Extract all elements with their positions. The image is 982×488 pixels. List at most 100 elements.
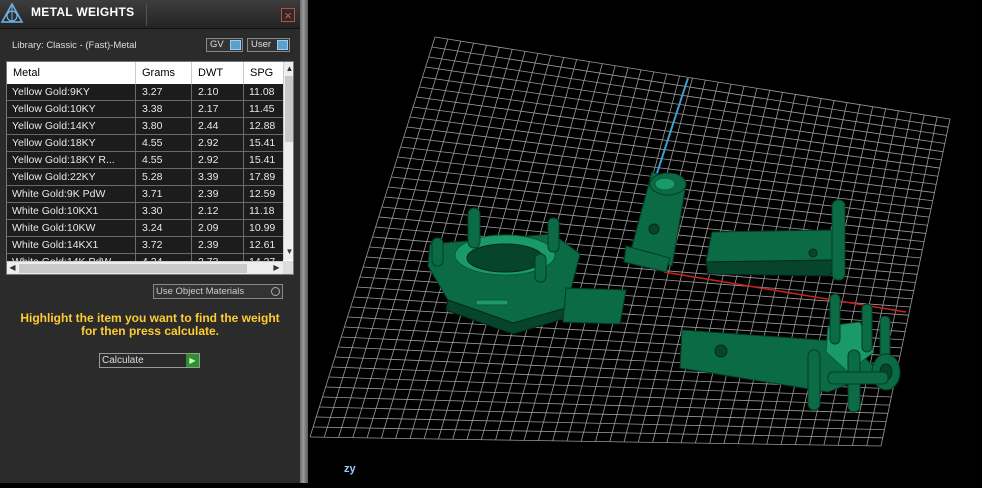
cell-grams: 4.55 [142, 154, 163, 166]
cell-metal: White Gold:14KX1 [12, 239, 99, 251]
vertical-scrollbar[interactable]: ▲ ▼ [283, 62, 293, 260]
cell-dwt: 2.39 [198, 188, 219, 200]
table-row[interactable]: Yellow Gold:9KY 3.27 2.10 11.08 [7, 84, 283, 101]
play-arrow-icon: ▶ [186, 354, 199, 367]
cell-metal: White Gold:10KX1 [12, 205, 99, 217]
use-object-materials-label: Use Object Materials [156, 286, 245, 297]
grid-line [325, 386, 890, 406]
column-divider [243, 135, 244, 151]
metals-table: Metal Grams DWT SPG Yellow Gold:9KY 3.27 2… [6, 61, 294, 275]
cell-dwt: 3.39 [198, 171, 219, 183]
hinge-part[interactable] [623, 171, 687, 273]
column-divider [135, 186, 136, 202]
calculate-button[interactable]: Calculate ▶ [99, 353, 200, 368]
column-divider [135, 62, 136, 84]
column-divider [191, 84, 192, 100]
grid-line [309, 436, 882, 447]
column-header-grams[interactable]: Grams [142, 67, 175, 79]
column-divider [135, 84, 136, 100]
column-divider [135, 152, 136, 168]
column-divider [191, 135, 192, 151]
close-button[interactable]: × [281, 8, 295, 22]
viewport-canvas[interactable] [308, 0, 982, 483]
column-divider [243, 203, 244, 219]
cell-dwt: 2.12 [198, 205, 219, 217]
app-logo-icon [0, 2, 24, 23]
cell-grams: 3.71 [142, 188, 163, 200]
column-divider [243, 220, 244, 236]
panel-splitter[interactable] [300, 0, 308, 483]
cell-dwt: 2.92 [198, 137, 219, 149]
table-row[interactable]: White Gold:10KW 3.24 2.09 10.99 [7, 220, 283, 237]
horizontal-scrollbar[interactable]: ◀ ▶ [7, 261, 283, 274]
cell-dwt: 2.44 [198, 120, 219, 132]
vertical-scroll-thumb[interactable] [285, 76, 293, 142]
scroll-up-icon[interactable]: ▲ [284, 63, 293, 75]
column-divider [135, 169, 136, 185]
column-divider [135, 101, 136, 117]
cell-grams: 3.80 [142, 120, 163, 132]
table-row[interactable]: White Gold:10KX1 3.30 2.12 11.18 [7, 203, 283, 220]
column-divider [243, 169, 244, 185]
table-header: Metal Grams DWT SPG [7, 62, 283, 85]
title-bar: METAL WEIGHTS × [0, 0, 300, 29]
column-header-dwt[interactable]: DWT [198, 67, 223, 79]
table-row[interactable]: Yellow Gold:18KY 4.55 2.92 15.41 [7, 135, 283, 152]
table-row[interactable]: White Gold:9K PdW 3.71 2.39 12.59 [7, 186, 283, 203]
horizontal-scroll-thumb[interactable] [19, 264, 247, 273]
cell-dwt: 2.92 [198, 154, 219, 166]
cell-metal: Yellow Gold:14KY [12, 120, 96, 132]
cell-metal: Yellow Gold:18KY [12, 137, 96, 149]
library-label: Library: Classic - (Fast)-Metal [12, 40, 137, 51]
cell-metal: Yellow Gold:9KY [12, 86, 90, 98]
cell-dwt: 2.09 [198, 222, 219, 234]
cell-grams: 3.27 [142, 86, 163, 98]
toggle-knob-icon [230, 40, 241, 50]
column-header-metal[interactable]: Metal [13, 67, 40, 79]
column-divider [191, 169, 192, 185]
cell-grams: 3.72 [142, 239, 163, 251]
cell-metal: White Gold:9K PdW [12, 188, 106, 200]
panel-title: METAL WEIGHTS [31, 5, 135, 19]
column-divider [135, 203, 136, 219]
table-body: Yellow Gold:9KY 3.27 2.10 11.08 Yellow Gold:… [7, 84, 283, 271]
cell-grams: 3.38 [142, 103, 163, 115]
cell-metal: Yellow Gold:22KY [12, 171, 96, 183]
3d-viewport[interactable]: zy [308, 0, 982, 483]
cell-metal: Yellow Gold:10KY [12, 103, 96, 115]
cell-grams: 5.28 [142, 171, 163, 183]
column-divider [135, 237, 136, 253]
column-divider [243, 118, 244, 134]
column-divider [191, 186, 192, 202]
column-header-spg[interactable]: SPG [250, 67, 273, 79]
grid-line [322, 396, 888, 414]
use-object-materials-option[interactable]: Use Object Materials [153, 284, 283, 299]
table-row[interactable]: Yellow Gold:10KY 3.38 2.17 11.45 [7, 101, 283, 118]
clasp-part[interactable] [679, 293, 901, 413]
grid-line [880, 118, 951, 447]
cell-dwt: 2.17 [198, 103, 219, 115]
table-row[interactable]: Yellow Gold:14KY 3.80 2.44 12.88 [7, 118, 283, 135]
grid-line [313, 426, 883, 439]
scroll-down-icon[interactable]: ▼ [284, 246, 293, 258]
radio-icon [271, 287, 280, 296]
column-divider [191, 118, 192, 134]
scroll-left-icon[interactable]: ◀ [7, 262, 18, 274]
column-divider [135, 220, 136, 236]
user-toggle[interactable]: User [247, 38, 290, 52]
column-divider [135, 118, 136, 134]
bar-post-part[interactable] [705, 199, 846, 281]
table-row[interactable]: Yellow Gold:18KY R... 4.55 2.92 15.41 [7, 152, 283, 169]
instruction-line-2: for then press calculate. [80, 324, 220, 338]
user-toggle-label: User [251, 39, 272, 50]
table-row[interactable]: White Gold:14KX1 3.72 2.39 12.61 [7, 237, 283, 254]
cell-metal: Yellow Gold:18KY R... [12, 154, 115, 166]
cell-dwt: 2.10 [198, 86, 219, 98]
gv-toggle[interactable]: GV [206, 38, 243, 52]
column-divider [191, 62, 192, 84]
column-divider [243, 84, 244, 100]
metal-weights-panel: METAL WEIGHTS × Library: Classic - (Fast… [0, 0, 300, 483]
table-row[interactable]: Yellow Gold:22KY 5.28 3.39 17.89 [7, 169, 283, 186]
scroll-right-icon[interactable]: ▶ [271, 262, 282, 274]
calculate-label: Calculate [102, 355, 144, 366]
